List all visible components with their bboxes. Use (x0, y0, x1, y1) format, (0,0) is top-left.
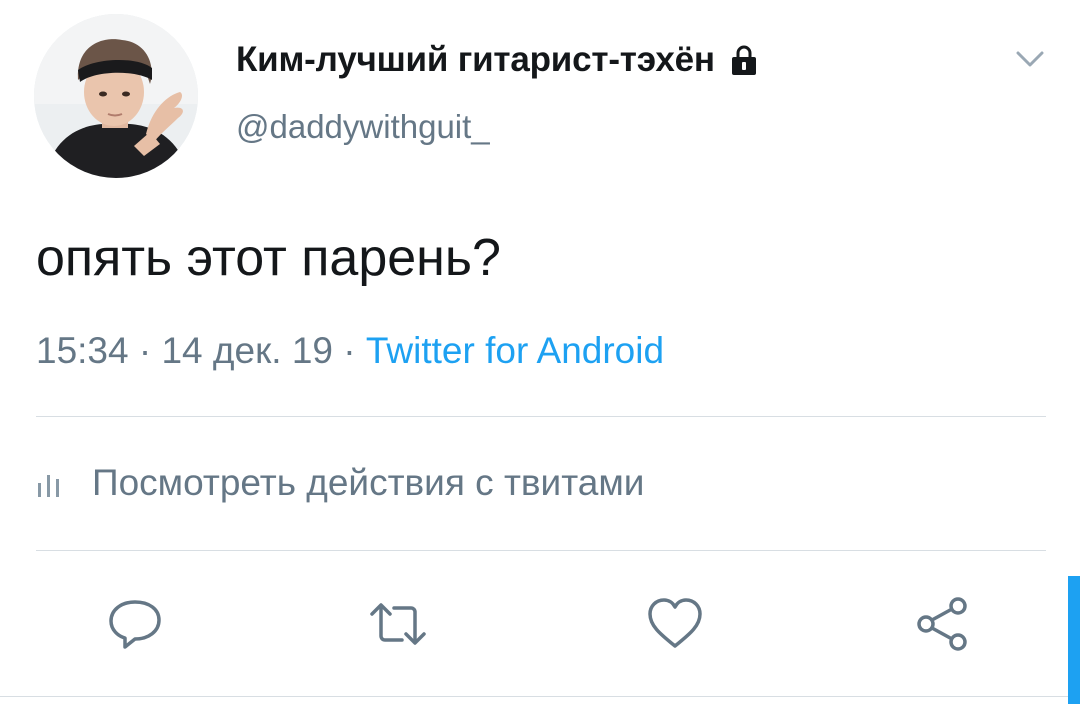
share-icon (917, 597, 967, 651)
share-button[interactable] (912, 596, 972, 652)
avatar-photo (34, 14, 198, 178)
tweet-activity-link[interactable]: Посмотреть действия с твитами (36, 462, 644, 504)
tweet-text: опять этот парень? (36, 229, 501, 287)
retweet-button[interactable] (368, 596, 428, 652)
tweet-meta: 15:34 · 14 дек. 19 · Twitter for Android (36, 330, 664, 372)
author-display-name-text: Ким-лучший гитарист-тэхён (236, 40, 715, 79)
reply-button[interactable] (105, 596, 165, 652)
scrollbar[interactable] (1068, 576, 1080, 704)
divider (0, 696, 1080, 697)
tweet-activity-label: Посмотреть действия с твитами (92, 462, 645, 503)
lock-icon (731, 45, 756, 75)
tweet-source-link[interactable]: Twitter for Android (366, 330, 664, 371)
author-handle[interactable]: @daddywithguit_ (236, 108, 490, 146)
avatar[interactable] (34, 14, 198, 178)
tweet-detail: Ким-лучший гитарист-тэхён @daddywithguit… (0, 0, 1080, 704)
divider (36, 416, 1046, 417)
chevron-down-icon[interactable] (1010, 44, 1050, 74)
author-display-name[interactable]: Ким-лучший гитарист-тэхён (236, 40, 759, 80)
like-button[interactable] (645, 596, 705, 652)
tweet-actions (0, 596, 1080, 652)
analytics-icon (38, 475, 59, 497)
divider (36, 550, 1046, 551)
tweet-timestamp: 15:34 · 14 дек. 19 · (36, 330, 366, 371)
retweet-icon (370, 603, 426, 645)
reply-icon (109, 600, 161, 649)
heart-icon (648, 598, 702, 648)
